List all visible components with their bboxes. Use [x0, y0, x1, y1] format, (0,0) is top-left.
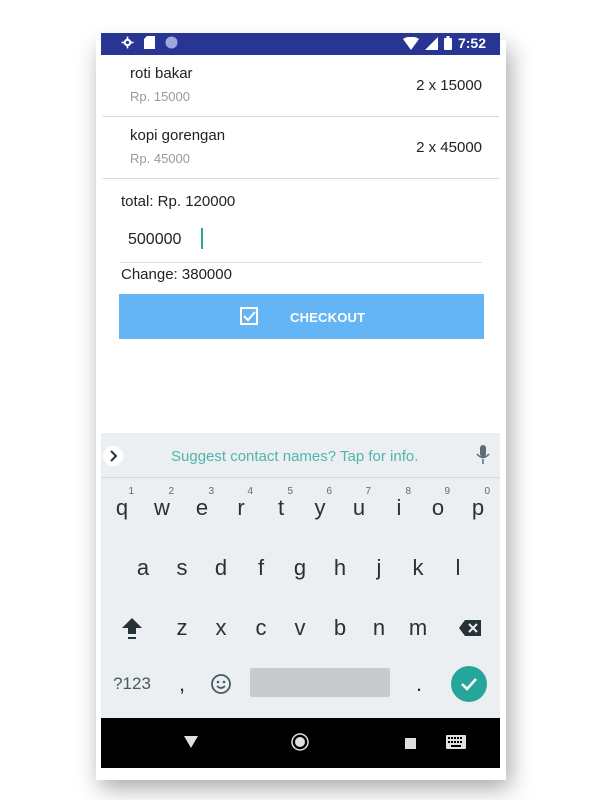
key-d[interactable]: d: [203, 543, 239, 593]
key-t[interactable]: t5: [263, 483, 299, 533]
back-icon[interactable]: [184, 736, 198, 748]
list-item[interactable]: kopi gorengan Rp. 45000 2 x 45000: [103, 117, 499, 179]
key-h[interactable]: h: [322, 543, 358, 593]
circle-icon: [165, 36, 178, 49]
wifi-icon: [402, 36, 419, 50]
key-m[interactable]: m: [400, 603, 436, 653]
key-x[interactable]: x: [203, 603, 239, 653]
key-b[interactable]: b: [322, 603, 358, 653]
suggestion-text[interactable]: Suggest contact names? Tap for info.: [171, 448, 418, 465]
shift-icon: [122, 618, 142, 639]
key-n[interactable]: n: [361, 603, 397, 653]
key-v[interactable]: v: [282, 603, 318, 653]
key-p[interactable]: p0: [460, 483, 496, 533]
key-e[interactable]: e3: [184, 483, 220, 533]
key-g[interactable]: g: [282, 543, 318, 593]
key-c[interactable]: c: [243, 603, 279, 653]
key-q[interactable]: q1: [104, 483, 140, 533]
suggestion-strip: Suggest contact names? Tap for info.: [101, 433, 500, 478]
shift-key[interactable]: [114, 603, 150, 653]
checkbox-icon: [240, 307, 258, 325]
payment-amount-input[interactable]: [128, 227, 328, 253]
key-w[interactable]: w2: [144, 483, 180, 533]
text-cursor: [201, 228, 203, 249]
expand-suggestions-button[interactable]: [103, 446, 123, 466]
key-o[interactable]: o9: [420, 483, 456, 533]
checkout-button[interactable]: CHECKOUT: [119, 294, 484, 339]
item-quantity: 2 x 15000: [416, 77, 482, 94]
microphone-icon[interactable]: [476, 445, 490, 465]
space-bar[interactable]: [250, 668, 390, 697]
key-y[interactable]: y6: [302, 483, 338, 533]
total-label: total: Rp. 120000: [121, 193, 236, 210]
key-s[interactable]: s: [164, 543, 200, 593]
key-z[interactable]: z: [164, 603, 200, 653]
item-price: Rp. 45000: [130, 151, 190, 166]
signal-icon: [424, 36, 438, 50]
payment-amount-field[interactable]: [120, 223, 482, 263]
soft-keyboard: Suggest contact names? Tap for info. q1 …: [101, 433, 500, 718]
change-label: Change: 380000: [121, 266, 232, 283]
backspace-key[interactable]: [452, 603, 488, 653]
backspace-icon: [459, 620, 481, 636]
chevron-right-icon: [110, 450, 118, 462]
key-l[interactable]: l: [440, 543, 476, 593]
enter-key[interactable]: [451, 666, 487, 702]
list-item[interactable]: roti bakar Rp. 15000 2 x 15000: [103, 55, 499, 117]
key-j[interactable]: j: [361, 543, 397, 593]
keyboard-icon[interactable]: [446, 735, 466, 749]
battery-icon: [443, 36, 452, 50]
sd-card-icon: [144, 36, 155, 49]
item-name: roti bakar: [130, 65, 193, 82]
gear-icon: [121, 36, 134, 49]
item-price: Rp. 15000: [130, 89, 190, 104]
checkout-label: CHECKOUT: [290, 310, 366, 325]
emoji-icon: [211, 674, 231, 694]
key-a[interactable]: a: [125, 543, 161, 593]
key-r[interactable]: r4: [223, 483, 259, 533]
key-k[interactable]: k: [400, 543, 436, 593]
symbols-key[interactable]: ?123: [109, 659, 155, 709]
item-quantity: 2 x 45000: [416, 139, 482, 156]
key-i[interactable]: i8: [381, 483, 417, 533]
period-key[interactable]: .: [401, 659, 437, 709]
status-bar: 7:52: [101, 33, 500, 55]
recents-icon[interactable]: [405, 738, 416, 749]
emoji-key[interactable]: [203, 659, 239, 709]
comma-key[interactable]: ,: [164, 659, 200, 709]
key-u[interactable]: u7: [341, 483, 377, 533]
navigation-bar: [101, 718, 500, 768]
home-icon[interactable]: [291, 733, 309, 751]
item-name: kopi gorengan: [130, 127, 226, 144]
phone-screen: 7:52 roti bakar Rp. 15000 2 x 15000 kopi…: [101, 33, 500, 768]
key-f[interactable]: f: [243, 543, 279, 593]
check-icon: [461, 678, 477, 691]
clock: 7:52: [457, 35, 486, 51]
